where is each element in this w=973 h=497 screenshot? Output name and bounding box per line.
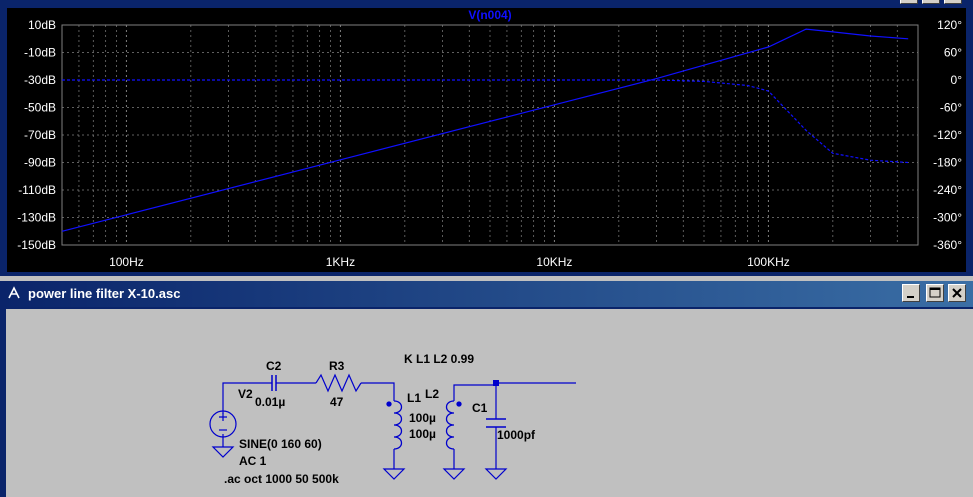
ac-analysis-directive[interactable]: .ac oct 1000 50 500k xyxy=(224,472,339,486)
close-icon xyxy=(952,288,962,298)
l2-value[interactable]: 100µ xyxy=(409,427,436,441)
y-left-tick-label: 10dB xyxy=(28,18,56,32)
y-right-tick-label: -60° xyxy=(940,101,962,115)
c1-value[interactable]: 1000pf xyxy=(497,428,536,442)
maximize-icon xyxy=(929,287,941,298)
y-right-tick-label: -180° xyxy=(933,156,962,170)
l1-value[interactable]: 100µ xyxy=(409,411,436,425)
y-right-tick-label: -300° xyxy=(933,211,962,225)
y-left-tick-label: -130dB xyxy=(17,211,56,225)
y-right-tick-label: 0° xyxy=(951,73,963,87)
bode-plot[interactable]: V(n004) 10dB -10dB -30dB -50dB -70dB -90dB -11… xyxy=(0,0,973,276)
c2-label[interactable]: C2 xyxy=(266,359,282,373)
minimize-button[interactable] xyxy=(902,284,920,302)
c2-value[interactable]: 0.01µ xyxy=(255,395,285,409)
y-left-tick-label: -30dB xyxy=(24,73,56,87)
voltage-source-v2[interactable] xyxy=(209,410,237,438)
c1-label[interactable]: C1 xyxy=(472,401,488,415)
y-left-tick-label: -70dB xyxy=(24,128,56,142)
waveform-close-button[interactable] xyxy=(944,0,962,4)
schematic-window: power line filter X-10.asc K L1 L2 0.99 … xyxy=(0,281,973,497)
schematic-title: power line filter X-10.asc xyxy=(28,286,181,301)
y-left-tick-label: -150dB xyxy=(17,238,56,252)
y-left-tick-label: -90dB xyxy=(24,156,56,170)
r3-value[interactable]: 47 xyxy=(330,395,344,409)
l2-label[interactable]: L2 xyxy=(425,387,439,401)
y-right-tick-label: -240° xyxy=(933,183,962,197)
r3-label[interactable]: R3 xyxy=(329,359,345,373)
y-axis-left: 10dB -10dB -30dB -50dB -70dB -90dB -110dB -130d… xyxy=(17,18,56,252)
inductor-l1[interactable] xyxy=(386,400,403,450)
x-tick-label: 1KHz xyxy=(326,255,355,269)
maximize-button[interactable] xyxy=(926,284,944,302)
v2-label[interactable]: V2 xyxy=(238,387,253,401)
x-tick-label: 10KHz xyxy=(536,255,572,269)
plot-background xyxy=(7,8,966,272)
schematic-titlebar[interactable]: power line filter X-10.asc xyxy=(0,281,973,307)
waveform-window: V(n004) 10dB -10dB -30dB -50dB -70dB -90dB -11… xyxy=(0,0,973,276)
y-left-tick-label: -10dB xyxy=(24,46,56,60)
y-left-tick-label: -50dB xyxy=(24,101,56,115)
capacitor-c1[interactable] xyxy=(486,418,506,428)
minimize-icon xyxy=(907,296,914,298)
close-button[interactable] xyxy=(948,284,966,302)
y-right-tick-label: 120° xyxy=(937,18,962,32)
coupling-directive[interactable]: K L1 L2 0.99 xyxy=(404,352,474,366)
trace-title[interactable]: V(n004) xyxy=(468,8,511,22)
ltspice-app-icon xyxy=(8,286,20,299)
y-right-tick-label: -120° xyxy=(933,128,962,142)
inductor-l2[interactable] xyxy=(445,400,462,450)
source-ac-value[interactable]: AC 1 xyxy=(239,454,267,468)
y-left-tick-label: -110dB xyxy=(18,183,56,197)
y-right-tick-label: 60° xyxy=(944,46,962,60)
waveform-maximize-button[interactable] xyxy=(922,0,940,4)
x-tick-label: 100KHz xyxy=(747,255,790,269)
capacitor-c2[interactable] xyxy=(271,375,277,391)
waveform-minimize-button[interactable] xyxy=(900,0,918,4)
resistor-r3[interactable] xyxy=(315,373,362,393)
l1-label[interactable]: L1 xyxy=(407,391,421,405)
y-right-tick-label: -360° xyxy=(933,238,962,252)
x-tick-label: 100Hz xyxy=(109,255,144,269)
source-sine-value[interactable]: SINE(0 160 60) xyxy=(239,437,322,451)
junction-dot xyxy=(493,380,499,386)
schematic-canvas[interactable]: K L1 L2 0.99 C2 0.01µ R3 47 V2 L1 100µ L… xyxy=(6,309,973,497)
